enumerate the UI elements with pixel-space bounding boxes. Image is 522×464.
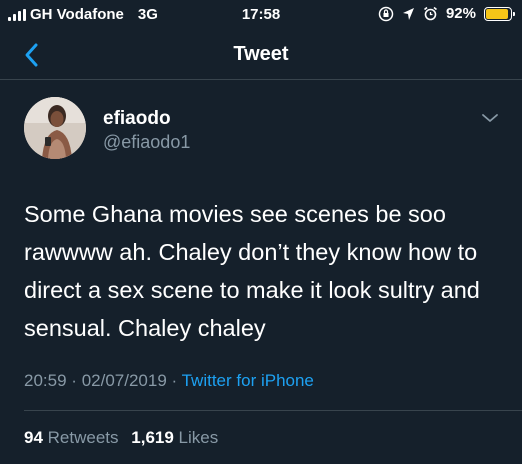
meta-separator: · (71, 371, 77, 390)
retweets-count: 94 (24, 428, 43, 447)
alarm-icon (423, 6, 437, 21)
tweet-screen: GH Vodafone 3G 17:58 92% Tweet efiaodo @… (0, 0, 522, 464)
tweet-date: 02/07/2019 (81, 371, 167, 390)
status-bar: GH Vodafone 3G 17:58 92% (0, 0, 522, 30)
meta-separator: · (171, 371, 178, 390)
tweet-menu-button[interactable] (480, 110, 500, 126)
retweets-label: Retweets (47, 428, 119, 447)
tweet-time: 20:59 (24, 371, 67, 390)
divider (24, 410, 522, 411)
likes-label: Likes (178, 428, 219, 447)
chevron-down-icon (482, 114, 498, 122)
retweets-stat[interactable]: 94 Retweets (24, 428, 119, 447)
avatar[interactable] (24, 97, 86, 159)
status-right: 92% (378, 5, 515, 22)
nav-bar: Tweet (0, 30, 522, 80)
profile-photo (24, 97, 86, 159)
tweet-source-link[interactable]: Twitter for iPhone (182, 371, 314, 390)
battery-icon (484, 6, 515, 21)
display-name[interactable]: efiaodo (103, 108, 171, 130)
battery-level-fill (486, 8, 509, 19)
likes-stat[interactable]: 1,619 Likes (131, 428, 218, 447)
likes-count: 1,619 (131, 428, 174, 447)
page-title: Tweet (233, 43, 289, 65)
tweet-stats: 94 Retweets 1,619 Likes (24, 428, 218, 448)
user-handle[interactable]: @efiaodo1 (103, 132, 190, 153)
location-arrow-icon (402, 7, 414, 20)
tweet-text: Some Ghana movies see scenes be soo raww… (24, 201, 480, 341)
battery-percent: 92% (445, 5, 476, 22)
screen-rotation-lock-icon (378, 6, 394, 21)
tweet-meta: 20:59 · 02/07/2019 · Twitter for iPhone (24, 371, 314, 391)
